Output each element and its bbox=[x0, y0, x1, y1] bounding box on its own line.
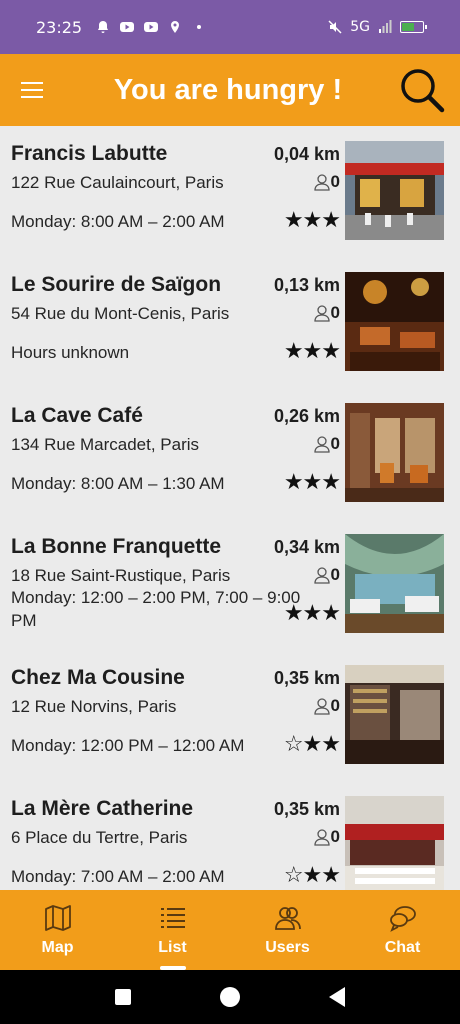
restaurant-name: Chez Ma Cousine bbox=[11, 666, 185, 689]
list-item[interactable]: Le Sourire de Saïgon 0,13 km 54 Rue du M… bbox=[0, 257, 460, 388]
dining-room-photo[interactable] bbox=[345, 534, 444, 633]
battery-charging-icon bbox=[400, 21, 427, 33]
restaurant-name: La Cave Café bbox=[11, 404, 143, 427]
system-nav-bar bbox=[0, 970, 460, 1024]
opening-hours: Monday: 8:00 AM – 1:30 AM bbox=[11, 474, 225, 493]
list-item[interactable]: Francis Labutte 0,04 km 122 Rue Caulainc… bbox=[0, 126, 460, 257]
star-rating: ★★★ bbox=[283, 208, 341, 233]
youtube-icon bbox=[120, 22, 135, 32]
status-time: 23:25 bbox=[36, 17, 83, 37]
user-count: 0 bbox=[313, 303, 340, 323]
nav-users[interactable]: Users bbox=[230, 890, 345, 970]
user-count-value: 0 bbox=[330, 696, 340, 715]
restaurant-address: 134 Rue Marcadet, Paris bbox=[11, 435, 200, 454]
star-rating: ★★★ bbox=[283, 601, 341, 626]
opening-hours: Monday: 12:00 PM – 12:00 AM bbox=[11, 736, 245, 755]
opening-hours: Monday: 12:00 – 2:00 PM, 7:00 – 9:00 PM bbox=[11, 588, 301, 630]
page-title: You are hungry ! bbox=[113, 73, 343, 106]
user-count: 0 bbox=[313, 434, 340, 454]
app-bar: You are hungry ! bbox=[0, 54, 460, 126]
chat-icon bbox=[389, 906, 416, 932]
user-count-value: 0 bbox=[330, 303, 340, 322]
user-outline-icon bbox=[313, 829, 330, 846]
user-count: 0 bbox=[313, 565, 340, 585]
star-rating: ☆★★ bbox=[283, 732, 341, 757]
bottom-nav: Map List Users Chat bbox=[0, 890, 460, 970]
user-outline-icon bbox=[313, 698, 330, 715]
restaurant-name: La Bonne Franquette bbox=[11, 535, 222, 558]
list-item[interactable]: Chez Ma Cousine 0,35 km 12 Rue Norvins, … bbox=[0, 650, 460, 781]
restaurant-address: 54 Rue du Mont-Cenis, Paris bbox=[11, 304, 230, 323]
red-awning-terrace-photo[interactable] bbox=[345, 796, 444, 890]
nav-label: Users bbox=[265, 939, 310, 956]
restaurant-address: 6 Place du Tertre, Paris bbox=[11, 828, 188, 847]
nav-label: Map bbox=[41, 939, 74, 956]
nav-label: List bbox=[158, 939, 187, 956]
youtube-icon bbox=[144, 22, 159, 32]
hamburger-menu-icon[interactable] bbox=[0, 54, 64, 126]
star-rating: ★★★ bbox=[283, 339, 341, 364]
restaurant-list[interactable]: Francis Labutte 0,04 km 122 Rue Caulainc… bbox=[0, 126, 460, 890]
status-bar: 23:25 5G bbox=[0, 0, 460, 54]
restaurant-name: Francis Labutte bbox=[11, 142, 168, 165]
user-count: 0 bbox=[313, 827, 340, 847]
recents-square-icon[interactable] bbox=[114, 989, 131, 1005]
restaurant-terrace-photo[interactable] bbox=[345, 141, 444, 240]
restaurant-name: Le Sourire de Saïgon bbox=[11, 273, 222, 296]
user-count-value: 0 bbox=[330, 565, 340, 584]
restaurant-address: 122 Rue Caulaincourt, Paris bbox=[11, 173, 224, 192]
user-outline-icon bbox=[313, 174, 330, 191]
restaurant-distance: 0,04 km bbox=[273, 144, 340, 164]
nav-list[interactable]: List bbox=[115, 890, 230, 970]
list-icon bbox=[160, 908, 185, 928]
list-item[interactable]: La Cave Café 0,26 km 134 Rue Marcadet, P… bbox=[0, 388, 460, 519]
star-rating: ☆★★ bbox=[283, 863, 341, 888]
restaurant-distance: 0,35 km bbox=[273, 668, 340, 688]
home-circle-icon[interactable] bbox=[219, 987, 240, 1007]
restaurant-address: 18 Rue Saint-Rustique, Paris bbox=[11, 566, 231, 585]
network-type: 5G bbox=[350, 19, 370, 35]
users-icon bbox=[274, 907, 301, 930]
nav-label: Chat bbox=[384, 939, 421, 956]
location-icon bbox=[171, 21, 180, 33]
dot-icon bbox=[197, 25, 202, 29]
list-item[interactable]: La Mère Catherine 0,35 km 6 Place du Ter… bbox=[0, 781, 460, 890]
opening-hours: Monday: 8:00 AM – 2:00 AM bbox=[11, 212, 225, 231]
user-count-value: 0 bbox=[330, 172, 340, 191]
restaurant-interior-photo[interactable] bbox=[345, 272, 444, 371]
restaurant-distance: 0,35 km bbox=[273, 799, 340, 819]
bar-interior-photo[interactable] bbox=[345, 665, 444, 764]
nav-chat[interactable]: Chat bbox=[345, 890, 460, 970]
restaurant-distance: 0,26 km bbox=[273, 406, 340, 426]
cafe-storefront-photo[interactable] bbox=[345, 403, 444, 502]
restaurant-name: La Mère Catherine bbox=[11, 797, 194, 820]
back-triangle-icon[interactable] bbox=[329, 987, 346, 1007]
restaurant-address: 12 Rue Norvins, Paris bbox=[11, 697, 177, 716]
search-icon[interactable] bbox=[384, 54, 460, 126]
user-count-value: 0 bbox=[330, 827, 340, 846]
list-item[interactable]: La Bonne Franquette 0,34 km 18 Rue Saint… bbox=[0, 519, 460, 650]
user-count: 0 bbox=[313, 172, 340, 192]
user-count-value: 0 bbox=[330, 434, 340, 453]
restaurant-distance: 0,34 km bbox=[273, 537, 340, 557]
system-status: 5G bbox=[328, 19, 427, 35]
star-rating: ★★★ bbox=[283, 470, 341, 495]
signal-icon bbox=[379, 20, 392, 33]
notification-icons bbox=[96, 20, 206, 34]
user-count: 0 bbox=[313, 696, 340, 716]
user-outline-icon bbox=[313, 567, 330, 584]
opening-hours: Monday: 7:00 AM – 2:00 AM bbox=[11, 867, 225, 886]
nav-map[interactable]: Map bbox=[0, 890, 115, 970]
map-icon bbox=[44, 905, 71, 931]
user-outline-icon bbox=[313, 436, 330, 453]
mute-icon bbox=[328, 20, 342, 34]
restaurant-distance: 0,13 km bbox=[273, 275, 340, 295]
bell-icon bbox=[98, 21, 109, 33]
user-outline-icon bbox=[313, 305, 330, 322]
opening-hours: Hours unknown bbox=[11, 343, 130, 362]
